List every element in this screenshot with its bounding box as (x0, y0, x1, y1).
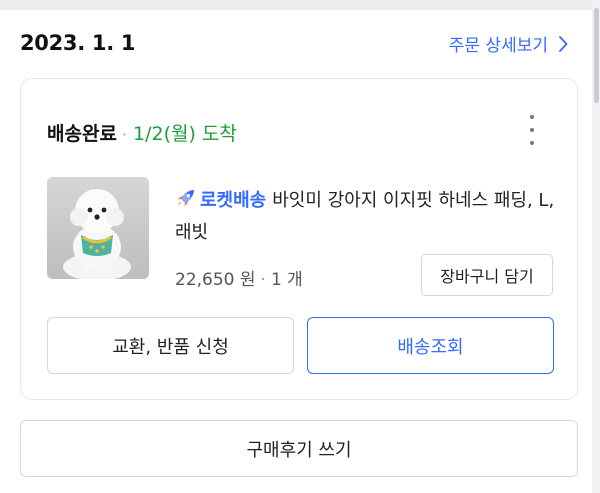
order-detail-label: 주문 상세보기 (448, 36, 548, 56)
price-separator: · (260, 270, 266, 290)
delivery-status: 배송완료 · 1/2(월) 도착 (47, 119, 237, 146)
exchange-return-button[interactable]: 교환, 반품 신청 (47, 317, 294, 374)
order-card: 배송완료 · 1/2(월) 도착 로켓배송 바잇미 강아지 이지핏 하네스 패딩… (20, 78, 578, 400)
add-to-cart-button[interactable]: 장바구니 담기 (421, 254, 553, 296)
track-delivery-button[interactable]: 배송조회 (307, 317, 554, 374)
scrollbar-thumb[interactable] (594, 8, 599, 103)
chevron-right-icon (559, 35, 568, 52)
rocket-delivery-label: 로켓배송 (200, 190, 267, 211)
status-separator: · (121, 125, 128, 144)
price-quantity: 22,650 원 · 1 개 (175, 265, 303, 290)
rocket-icon (178, 190, 194, 206)
product-quantity: 1 개 (270, 270, 303, 290)
write-review-button[interactable]: 구매후기 쓰기 (20, 420, 578, 477)
top-strip (0, 0, 600, 10)
status-text: 배송완료 (47, 123, 117, 145)
order-detail-link[interactable]: 주문 상세보기 (449, 31, 568, 56)
scrollbar[interactable] (592, 0, 600, 493)
dog-illustration (47, 177, 149, 279)
product-title[interactable]: 로켓배송 바잇미 강아지 이지핏 하네스 패딩, L, 래빗 (175, 185, 555, 249)
more-vertical-icon[interactable] (527, 115, 537, 145)
product-image[interactable] (47, 177, 149, 279)
order-date: 2023. 1. 1 (20, 31, 136, 55)
product-price: 22,650 원 (175, 270, 256, 290)
arrival-date: 1/2(월) 도착 (133, 123, 237, 145)
